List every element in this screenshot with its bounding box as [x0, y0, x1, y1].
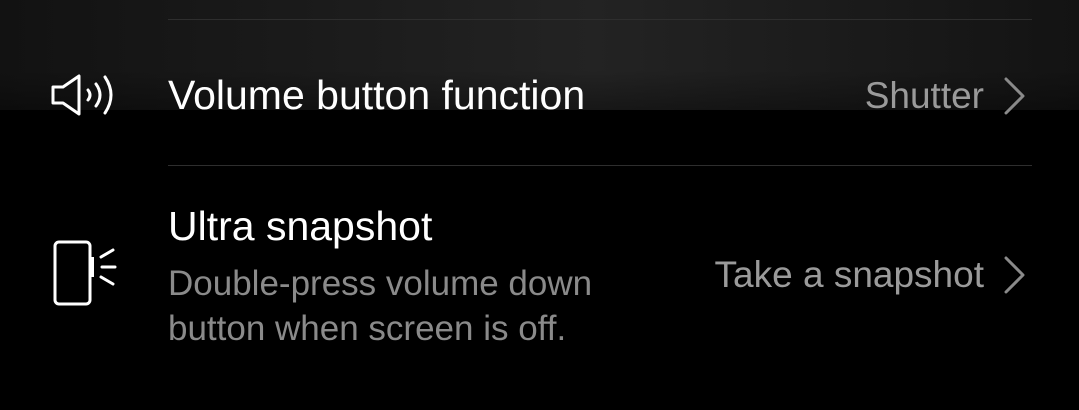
- ultra-snapshot-row[interactable]: Ultra snapshot Double-press volume down …: [0, 166, 1079, 386]
- phone-button-icon: [53, 240, 117, 306]
- speaker-icon: [51, 74, 113, 116]
- ultra-snapshot-subtitle: Double-press volume down button when scr…: [168, 264, 593, 348]
- ultra-snapshot-value: Take a snapshot: [714, 254, 984, 295]
- volume-button-function-row[interactable]: Volume button function Shutter: [0, 20, 1079, 165]
- chevron-right-icon: [1004, 77, 1025, 115]
- volume-button-function-value: Shutter: [864, 75, 984, 116]
- settings-screen: Volume button function Shutter Ultra sna…: [0, 0, 1079, 410]
- chevron-right-icon: [1004, 256, 1025, 294]
- volume-button-function-title: Volume button function: [168, 72, 586, 118]
- ultra-snapshot-title: Ultra snapshot: [168, 203, 433, 249]
